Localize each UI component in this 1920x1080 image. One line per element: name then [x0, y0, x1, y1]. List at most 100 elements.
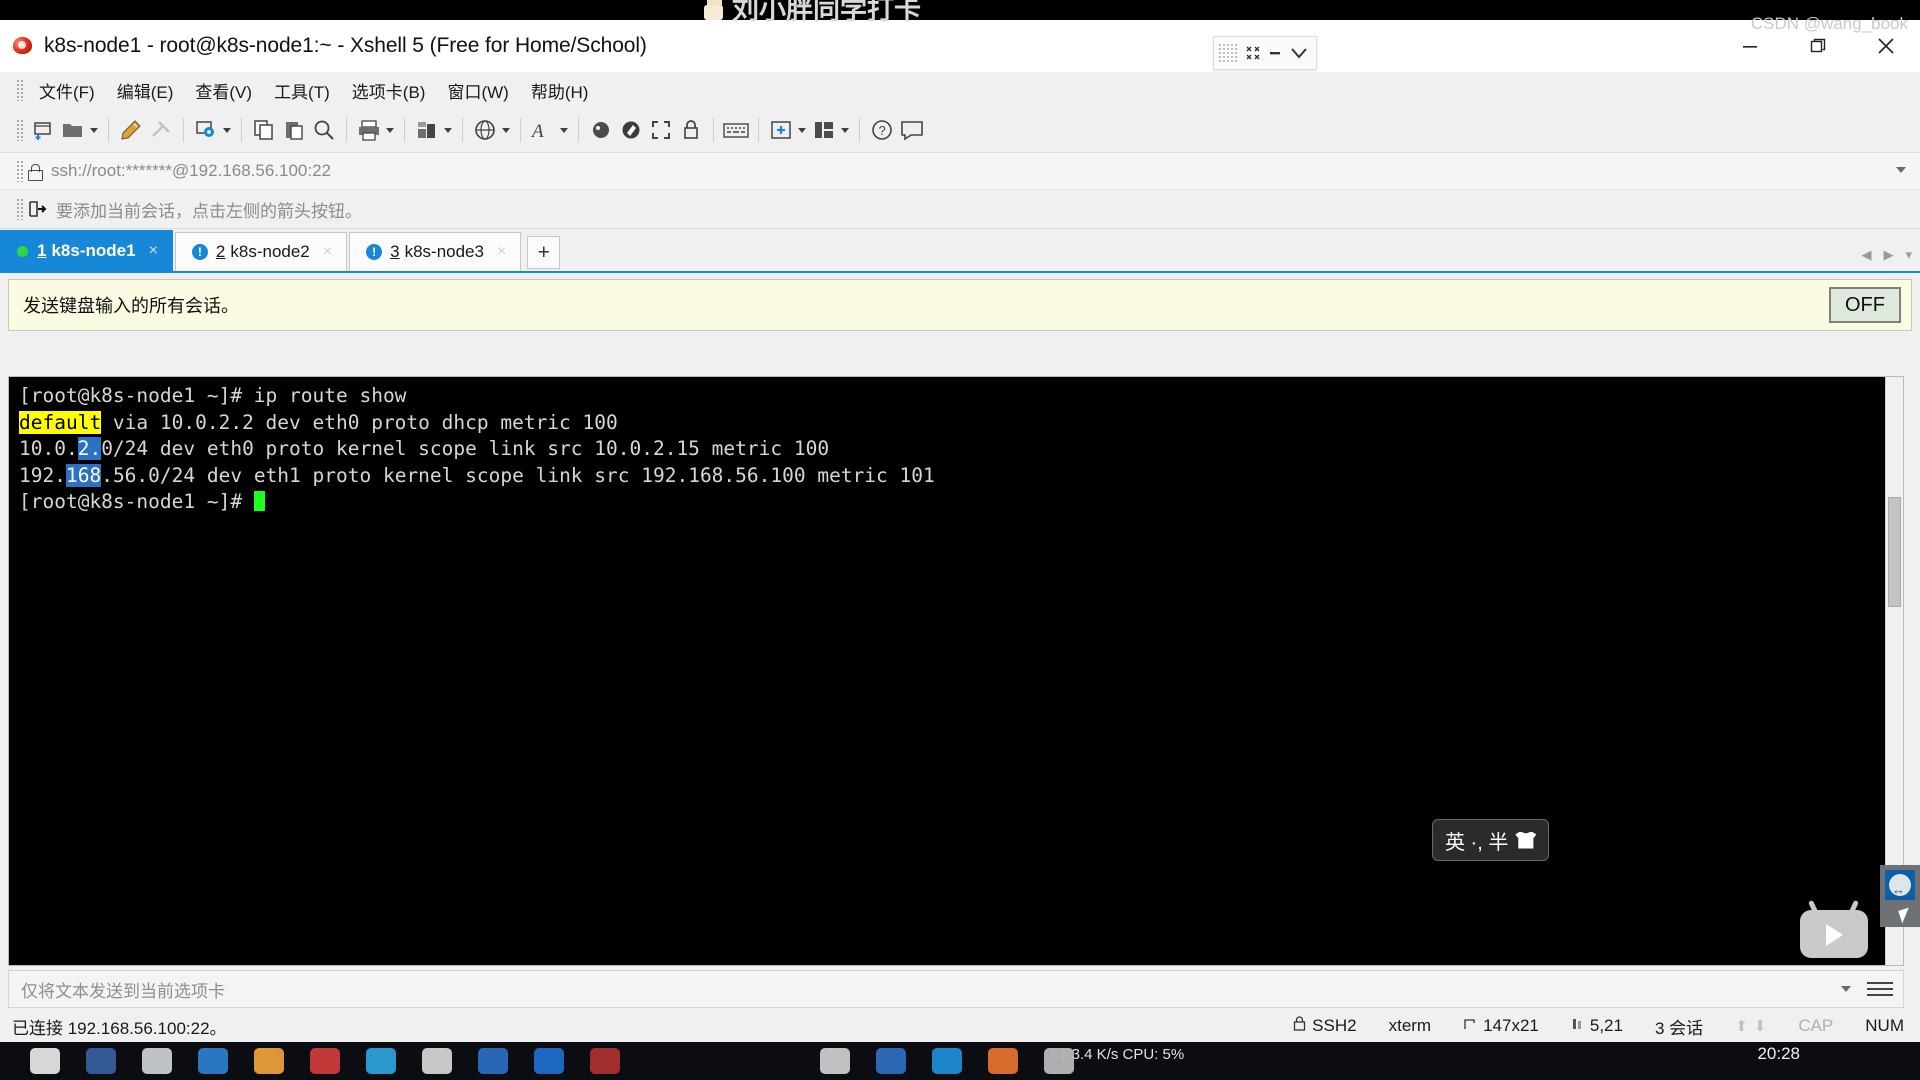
find-icon[interactable]	[309, 113, 339, 147]
selection-highlight: 168	[65, 463, 102, 487]
print-icon[interactable]	[354, 113, 384, 147]
status-protocol: SSH2	[1277, 1016, 1372, 1036]
properties-gear-icon[interactable]	[191, 113, 221, 147]
tab-close-icon[interactable]: ×	[497, 243, 506, 261]
taskbar-clock[interactable]: 20:28	[1757, 1044, 1800, 1064]
taskbar-icon-6[interactable]	[310, 1048, 340, 1074]
windows-taskbar: ↑ 3.4 K/s CPU: 5% 20:28	[0, 1042, 1920, 1080]
tab-list-dropdown-icon[interactable]: ▾	[1905, 247, 1912, 263]
keyboard-icon[interactable]	[721, 113, 751, 147]
tab-k8s-node1[interactable]: 1 k8s-node1 ×	[0, 230, 173, 271]
restore-down-icon[interactable]	[1244, 44, 1262, 62]
main-toolbar: A ?	[0, 108, 1920, 152]
tray-icon-1[interactable]	[820, 1048, 850, 1074]
toolbar-separator	[758, 118, 759, 142]
globe-caret-icon[interactable]	[502, 127, 510, 133]
hint-grip-icon[interactable]	[16, 198, 24, 220]
layout-icon[interactable]	[809, 113, 839, 147]
open-folder-icon[interactable]	[58, 113, 88, 147]
send-input-placeholder[interactable]: 仅将文本发送到当前选项卡	[21, 977, 1841, 1002]
tab-scroll-right-icon[interactable]: ▶	[1883, 247, 1893, 263]
window-dock-widget[interactable]	[1213, 36, 1317, 70]
globe-icon[interactable]	[470, 113, 500, 147]
menu-edit[interactable]: 编辑(E)	[106, 74, 185, 107]
address-grip-icon[interactable]	[16, 160, 24, 182]
taskbar-icon-11[interactable]	[590, 1048, 620, 1074]
chat-icon[interactable]	[897, 113, 927, 147]
layout-caret-icon[interactable]	[841, 127, 849, 133]
send-bar-dropdown-icon[interactable]	[1841, 986, 1851, 992]
status-caps-lock: CAP	[1798, 1016, 1834, 1035]
menu-grip-icon[interactable]	[16, 79, 24, 101]
tab-close-icon[interactable]: ×	[149, 242, 158, 260]
add-pane-caret-icon[interactable]	[798, 127, 806, 133]
copy-session-icon[interactable]	[249, 113, 279, 147]
tray-icon-4[interactable]	[988, 1048, 1018, 1074]
terminal-scrollbar-thumb[interactable]	[1888, 497, 1901, 607]
edit-pencil-icon[interactable]	[116, 113, 146, 147]
menu-help[interactable]: 帮助(H)	[520, 74, 600, 107]
log-icon[interactable]	[586, 113, 616, 147]
add-pane-icon[interactable]	[766, 113, 796, 147]
print-caret-icon[interactable]	[386, 127, 394, 133]
add-session-arrow-icon	[28, 200, 47, 218]
taskbar-icon-8[interactable]	[422, 1048, 452, 1074]
font-caret-icon[interactable]	[560, 127, 568, 133]
send-to-tab-bar[interactable]: 仅将文本发送到当前选项卡	[8, 970, 1904, 1008]
taskbar-icon-10[interactable]	[534, 1048, 564, 1074]
fullscreen-icon[interactable]	[646, 113, 676, 147]
terminal-line: default via 10.0.2.2 dev eth0 proto dhcp…	[19, 410, 618, 434]
transfer-caret-icon[interactable]	[444, 127, 452, 133]
drag-grip-icon[interactable]	[1218, 42, 1239, 64]
menu-file[interactable]: 文件(F)	[28, 74, 106, 107]
taskbar-icon-4[interactable]	[198, 1048, 228, 1074]
minimize-small-icon[interactable]	[1267, 45, 1283, 61]
menu-window[interactable]: 窗口(W)	[436, 74, 519, 107]
svg-text:A: A	[530, 121, 544, 142]
address-dropdown-icon[interactable]	[1896, 167, 1906, 173]
broadcast-toggle-button[interactable]: OFF	[1829, 287, 1901, 323]
send-bar-menu-icon[interactable]	[1867, 978, 1893, 1000]
tray-icon-2[interactable]	[876, 1048, 906, 1074]
new-session-icon[interactable]	[28, 113, 58, 147]
properties-caret-icon[interactable]	[223, 127, 231, 133]
tab-status-warning-icon: !	[366, 244, 383, 260]
paste-icon[interactable]	[279, 113, 309, 147]
taskbar-icon-5[interactable]	[254, 1048, 284, 1074]
chevron-down-icon[interactable]	[1288, 43, 1310, 63]
menu-view[interactable]: 查看(V)	[184, 74, 263, 107]
taskbar-icon-2[interactable]	[86, 1048, 116, 1074]
lock-icon[interactable]	[676, 113, 706, 147]
tab-number: 2	[215, 242, 226, 261]
menu-tools[interactable]: 工具(T)	[263, 74, 341, 107]
taskbar-icon-9[interactable]	[478, 1048, 508, 1074]
address-value[interactable]: ssh://root:*******@192.168.56.100:22	[51, 161, 331, 181]
disconnect-icon[interactable]	[146, 113, 176, 147]
download-arrow-icon: ⬇	[1753, 1018, 1767, 1035]
menu-tab[interactable]: 选项卡(B)	[341, 74, 437, 107]
tray-icon-3[interactable]	[932, 1048, 962, 1074]
highlight-icon[interactable]	[616, 113, 646, 147]
tab-scroll-left-icon[interactable]: ◀	[1861, 247, 1871, 263]
taskbar-icon-3[interactable]	[142, 1048, 172, 1074]
open-folder-caret-icon[interactable]	[90, 127, 98, 133]
window-title: k8s-node1 - root@k8s-node1:~ - Xshell 5 …	[44, 34, 647, 57]
font-icon[interactable]: A	[528, 113, 558, 147]
terminal-panel[interactable]: [root@k8s-node1 ~]# ip route show defaul…	[8, 376, 1904, 966]
help-icon[interactable]: ?	[867, 113, 897, 147]
ime-indicator[interactable]: 英 ·, 半	[1432, 819, 1550, 861]
taskbar-icon-1[interactable]	[30, 1048, 60, 1074]
tab-close-icon[interactable]: ×	[323, 243, 332, 261]
toolbar-grip-icon[interactable]	[16, 119, 24, 141]
new-tab-button[interactable]: +	[527, 236, 561, 269]
status-bar: 已连接 192.168.56.100:22。 SSH2 xterm 147x21…	[0, 1010, 1920, 1042]
cursor-pos-label: 5,21	[1589, 1016, 1623, 1035]
address-bar[interactable]: ssh://root:*******@192.168.56.100:22	[0, 152, 1920, 190]
tab-k8s-node3[interactable]: ! 3 k8s-node3 ×	[349, 232, 522, 271]
taskbar-icon-7[interactable]	[366, 1048, 396, 1074]
teamviewer-side-tab-icon[interactable]: ↔	[1880, 865, 1920, 927]
tray-icon-5[interactable]	[1044, 1048, 1074, 1074]
tab-k8s-node2[interactable]: ! 2 k8s-node2 ×	[174, 232, 348, 271]
terminal-output[interactable]: [root@k8s-node1 ~]# ip route show defaul…	[9, 377, 1885, 965]
transfer-icon[interactable]	[412, 113, 442, 147]
